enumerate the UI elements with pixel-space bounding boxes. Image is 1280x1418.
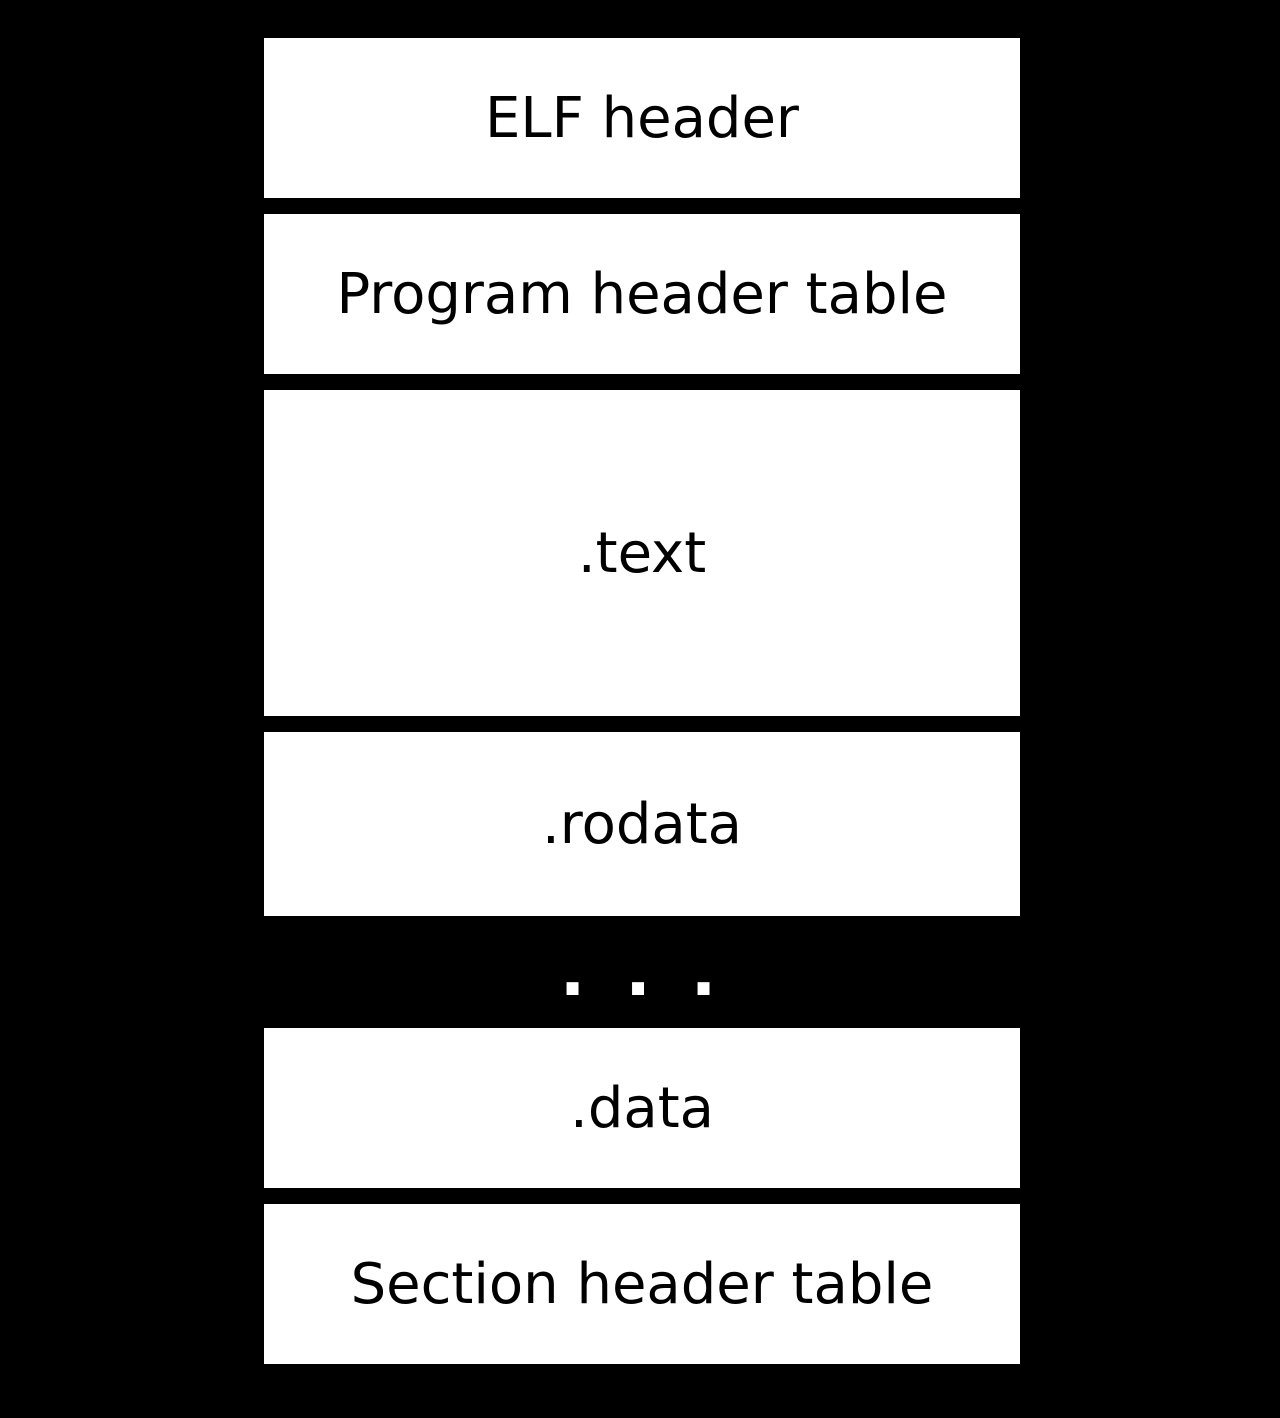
gap-label: . . .	[560, 933, 725, 1012]
block-label: .data	[570, 1076, 714, 1141]
block-data-section: .data	[258, 1022, 1026, 1194]
block-label: .rodata	[542, 792, 742, 857]
ellipsis-gap: . . .	[258, 926, 1026, 1018]
block-rodata-section: .rodata	[258, 726, 1026, 922]
block-elf-header: ELF header	[258, 32, 1026, 204]
block-label: ELF header	[485, 86, 799, 151]
block-label: .text	[578, 521, 706, 586]
block-section-header-table: Section header table	[258, 1198, 1026, 1370]
block-label: Program header table	[337, 262, 948, 327]
elf-layout-diagram: ELF header Program header table .text .r…	[258, 32, 1026, 1374]
block-text-section: .text	[258, 384, 1026, 722]
block-program-header-table: Program header table	[258, 208, 1026, 380]
block-label: Section header table	[351, 1252, 934, 1317]
